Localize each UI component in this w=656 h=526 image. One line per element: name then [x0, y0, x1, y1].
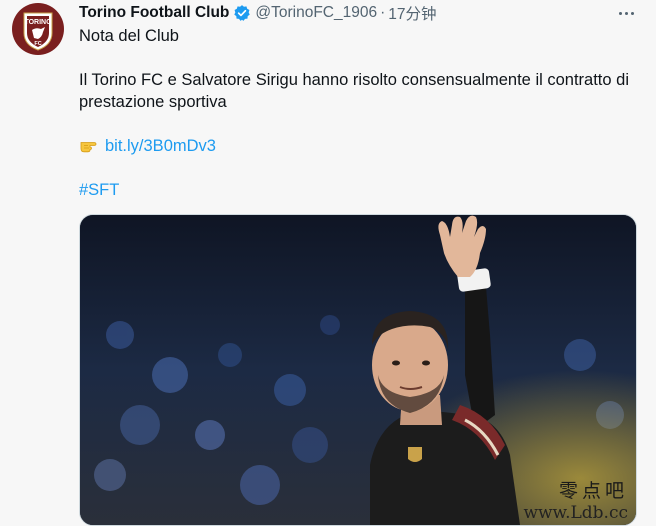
- tweet-text-line-3: prestazione sportiva: [79, 93, 227, 111]
- more-options-icon[interactable]: [614, 9, 638, 17]
- pointing-hand-icon: [79, 137, 101, 159]
- user-handle[interactable]: @TorinoFC_1906: [255, 4, 377, 22]
- torino-logo-icon: TORINO FC: [13, 4, 63, 54]
- tweet-link[interactable]: bit.ly/3B0mDv3: [105, 137, 216, 155]
- tweet-hashtag-row: #SFT: [79, 179, 119, 201]
- display-name[interactable]: Torino Football Club: [79, 4, 229, 22]
- tweet-header: Torino Football Club @TorinoFC_1906 · 17…: [79, 3, 437, 23]
- hashtag-link[interactable]: #SFT: [79, 181, 119, 199]
- tweet-timestamp[interactable]: 17分钟: [388, 2, 436, 24]
- tweet-text-line-2: Il Torino FC e Salvatore Sirigu hanno ri…: [79, 71, 629, 89]
- profile-avatar[interactable]: TORINO FC: [12, 3, 64, 55]
- tweet-link-row: bit.ly/3B0mDv3: [79, 135, 216, 159]
- avatar-text: TORINO: [24, 19, 52, 26]
- tweet-text-line-1: Nota del Club: [79, 27, 179, 45]
- goalkeeper-photo: [80, 215, 636, 525]
- avatar-subtext: FC: [34, 41, 41, 47]
- verified-badge-icon: [233, 4, 251, 22]
- header-separator: ·: [380, 4, 386, 21]
- tweet-media-image[interactable]: 零点吧 www.Ldb.cc: [79, 214, 637, 526]
